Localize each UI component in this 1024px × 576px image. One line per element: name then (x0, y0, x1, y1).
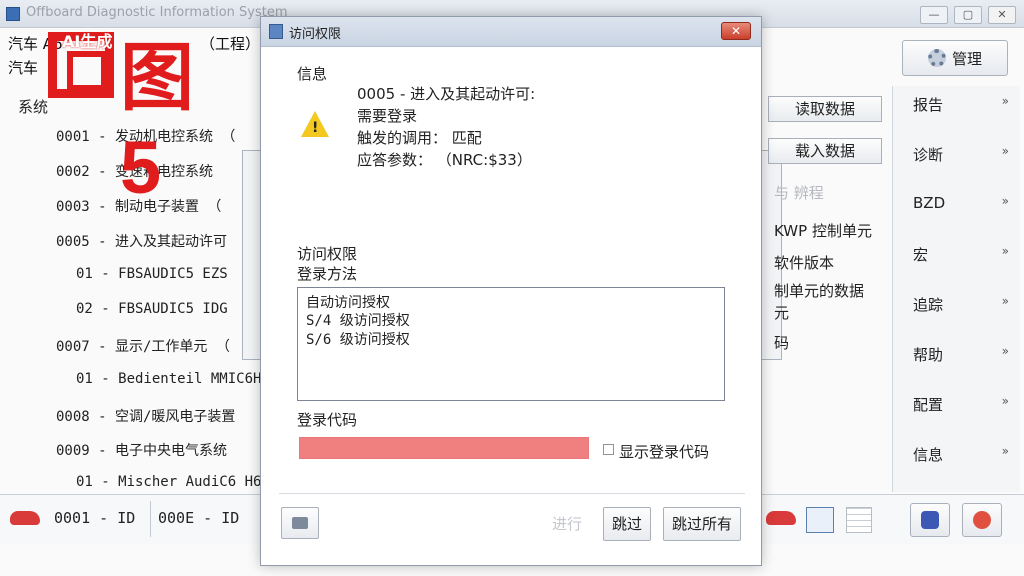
manage-button[interactable]: 管理 (902, 40, 1008, 76)
table-icon[interactable] (846, 507, 872, 533)
option-software-version[interactable]: 软件版本 (774, 252, 834, 273)
screenshot-button[interactable] (281, 507, 319, 539)
vehicle-info-2: 汽车 (8, 59, 39, 77)
option-control-unit-data[interactable]: 制单元的数据 (774, 280, 864, 301)
side-menu-item[interactable]: 配置» (913, 394, 1013, 415)
dialog-title: 访问权限 (289, 27, 342, 42)
chevron-down-icon: » (1001, 244, 1009, 258)
info-line: 触发的调用： 匹配 (357, 129, 482, 147)
show-code-label: 显示登录代码 (619, 443, 710, 461)
id-label[interactable]: 000E - ID (158, 509, 239, 527)
divider (150, 501, 151, 537)
side-menu: 报告» 诊断» BZD» 宏» 追踪» 帮助» 配置» 信息» (892, 86, 1020, 492)
dialog-title-bar: 访问权限 ✕ (261, 17, 761, 47)
side-menu-item[interactable]: 帮助» (913, 344, 1013, 365)
chevron-down-icon: » (1001, 344, 1009, 358)
watermark-small: AI生成 (62, 32, 113, 51)
faded-option: 与 辨程 (774, 184, 824, 202)
maximize-button[interactable]: ▢ (954, 6, 982, 24)
manage-label: 管理 (951, 49, 982, 68)
show-code-checkbox[interactable] (603, 444, 614, 455)
access-heading: 访问权限 (297, 245, 358, 263)
tree-subitem[interactable]: 02 - FBSAUDIC5 IDG (76, 301, 228, 317)
document-icon[interactable] (806, 507, 834, 533)
gear-icon (927, 49, 946, 67)
car-icon[interactable] (766, 511, 796, 525)
login-method-list[interactable]: 自动访问授权 S/4 级访问授权 S/6 级访问授权 (297, 287, 725, 401)
side-menu-item[interactable]: 信息» (913, 444, 1013, 465)
chevron-down-icon: » (1001, 94, 1009, 108)
side-menu-item[interactable]: 诊断» (913, 144, 1013, 165)
car-icon (10, 511, 40, 525)
option-fragment: 元 (774, 304, 790, 322)
list-item[interactable]: 自动访问授权 (306, 292, 390, 312)
info-heading: 信息 (297, 65, 328, 83)
tree-subitem[interactable]: 01 - Bedienteil MMIC6H6 (76, 371, 270, 387)
chevron-down-icon: » (1001, 394, 1009, 408)
chevron-down-icon: » (1001, 294, 1009, 308)
dialog-close-button[interactable]: ✕ (721, 22, 751, 40)
app-icon (6, 7, 20, 21)
chevron-down-icon: » (1001, 194, 1009, 208)
id-label[interactable]: 0001 - ID (54, 509, 135, 527)
info-line: 应答参数： （NRC:$33） (357, 151, 532, 169)
continue-button[interactable]: 进行 (543, 507, 591, 541)
info-line: 需要登录 (357, 107, 418, 125)
list-item[interactable]: S/6 级访问授权 (306, 329, 410, 349)
tree-subitem[interactable]: 01 - Mischer AudiC6 H6 (76, 474, 261, 490)
side-menu-item[interactable]: BZD» (913, 194, 1013, 212)
side-menu-item[interactable]: 追踪» (913, 294, 1013, 315)
tree-subitem[interactable]: 01 - FBSAUDIC5 EZS (76, 266, 228, 282)
stop-button[interactable] (962, 503, 1002, 537)
tree-item[interactable]: 0007 - 显示/工作单元 （ (56, 336, 230, 356)
skip-button[interactable]: 跳过 (603, 507, 651, 541)
module-button[interactable] (910, 503, 950, 537)
close-button[interactable]: ✕ (988, 6, 1016, 24)
load-data-button[interactable]: 载入数据 (768, 138, 882, 164)
divider (279, 493, 745, 494)
tree-item[interactable]: 0005 - 进入及其起动许可 (56, 231, 227, 251)
watermark-number: 图5 (120, 36, 194, 209)
module-icon (921, 511, 939, 529)
login-code-label: 登录代码 (297, 411, 358, 429)
dialog-icon (269, 24, 283, 39)
side-menu-item[interactable]: 宏» (913, 244, 1013, 265)
side-menu-item[interactable]: 报告» (913, 94, 1013, 115)
info-line: 0005 - 进入及其起动许可: (357, 85, 536, 103)
chevron-down-icon: » (1001, 444, 1009, 458)
watermark-label: AI生成 图5 (40, 24, 194, 209)
login-code-input[interactable] (299, 437, 589, 459)
list-item[interactable]: S/4 级访问授权 (306, 310, 410, 330)
tree-item[interactable]: 0008 - 空调/暖风电子装置 (56, 406, 235, 426)
skip-all-button[interactable]: 跳过所有 (663, 507, 741, 541)
read-data-button[interactable]: 读取数据 (768, 96, 882, 122)
tree-item[interactable]: 0009 - 电子中央电气系统 (56, 440, 227, 460)
chevron-down-icon: » (1001, 144, 1009, 158)
stop-icon (973, 511, 991, 529)
vehicle-mode: （工程） (200, 35, 261, 53)
option-kwp[interactable]: KWP 控制单元 (774, 220, 872, 241)
access-dialog: 访问权限 ✕ 信息 ! 0005 - 进入及其起动许可: 需要登录 触发的调用：… (260, 16, 762, 566)
login-method-label: 登录方法 (297, 265, 358, 283)
camera-icon (292, 517, 308, 529)
option-fragment: 码 (774, 334, 790, 352)
minimize-button[interactable]: — (920, 6, 948, 24)
